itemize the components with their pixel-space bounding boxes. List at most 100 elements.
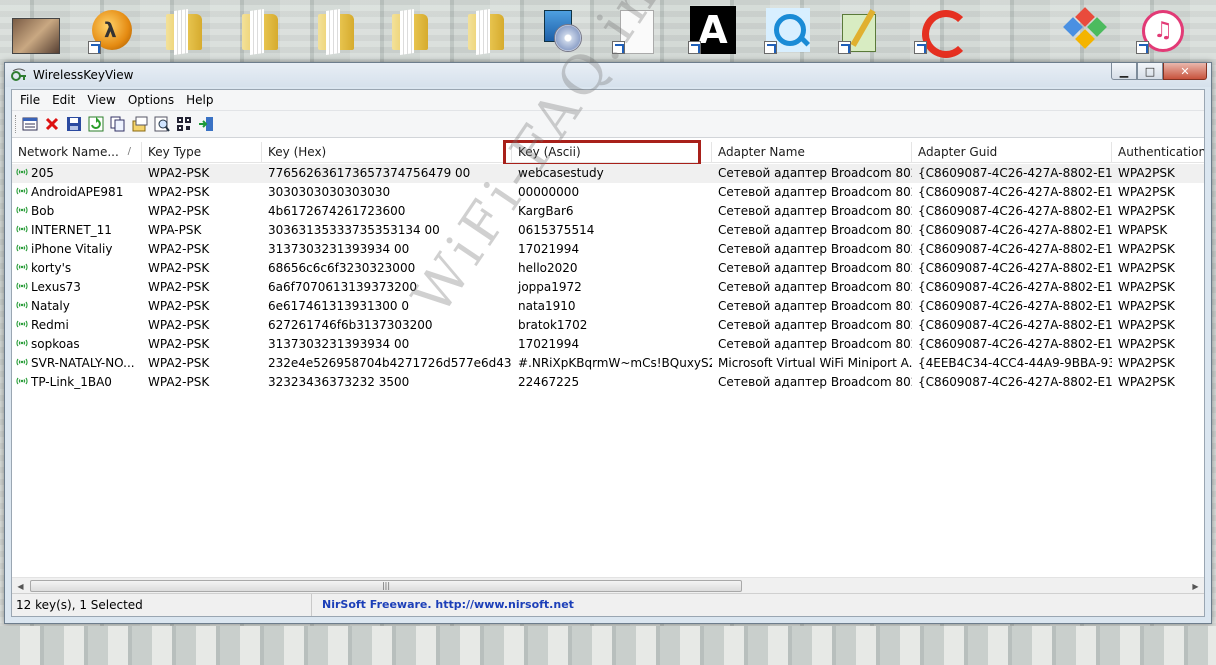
cell-authentication: WPA2PSK (1112, 202, 1204, 221)
cell-adapter-name: Сетевой адаптер Broadcom 802.1... (712, 297, 912, 316)
half-life-2-icon[interactable]: λ (88, 6, 136, 54)
folder-icon[interactable] (236, 6, 284, 54)
cell-adapter-guid-text: {4EEB4C34-4CC4-44A9-9BBA-93D... (918, 356, 1112, 370)
cell-authentication: WPA2PSK (1112, 240, 1204, 259)
find-icon[interactable] (154, 116, 170, 132)
cell-adapter-guid-text: {C8609087-4C26-427A-8802-E18D... (918, 242, 1112, 256)
cell-authentication: WPA2PSK (1112, 183, 1204, 202)
cell-key-hex-text: 3137303231393934 00 (268, 337, 410, 351)
ccleaner-icon[interactable] (914, 6, 970, 58)
column-header-adapter-guid[interactable]: Adapter Guid (912, 142, 1112, 162)
folder-icon[interactable] (462, 6, 510, 54)
cell-key-ascii: hello2020 (512, 259, 712, 278)
menu-help[interactable]: Help (180, 90, 219, 110)
table-row[interactable]: sopkoas WPA2-PSK 3137303231393934 00 170219… (12, 335, 1204, 354)
table-row[interactable]: INTERNET_11 WPA-PSK 30363135333735353134 0… (12, 221, 1204, 240)
close-button[interactable]: ✕ (1163, 63, 1207, 80)
table-row[interactable]: SVR-NATALY-NO... WPA2-PSK 232e4e526958704b… (12, 354, 1204, 373)
cell-key-hex: 3030303030303030 (262, 183, 512, 202)
table-row[interactable]: 205 WPA2-PSK 776562636173657374756479 00 we… (12, 164, 1204, 183)
cell-key-ascii-text: #.NRiXpKBqrmW~mCs!BQuxyS2... (518, 356, 712, 370)
column-header-adapter-name[interactable]: Adapter Name (712, 142, 912, 162)
cell-adapter-name: Сетевой адаптер Broadcom 802.1... (712, 221, 912, 240)
toolbar (12, 110, 1204, 138)
table-row[interactable]: korty's WPA2-PSK 68656c6c6f3230323000 hello… (12, 259, 1204, 278)
refresh-icon[interactable] (88, 116, 104, 132)
table-row[interactable]: iPhone Vitaliy WPA2-PSK 3137303231393934 0… (12, 240, 1204, 259)
cell-adapter-guid-text: {C8609087-4C26-427A-8802-E18D... (918, 299, 1112, 313)
properties-icon[interactable] (22, 116, 38, 132)
save-icon[interactable] (66, 116, 82, 132)
cell-key-ascii: webcasestudy (512, 164, 712, 183)
maximize-button[interactable]: □ (1137, 63, 1163, 80)
menu-edit[interactable]: Edit (46, 90, 81, 110)
cell-network-name-text: 205 (31, 166, 54, 180)
itunes-icon[interactable]: ♫ (1136, 6, 1184, 54)
cell-adapter-guid: {C8609087-4C26-427A-8802-E18D... (912, 373, 1112, 392)
cell-key-type-text: WPA2-PSK (148, 375, 210, 389)
menu-options[interactable]: Options (122, 90, 180, 110)
menu-file[interactable]: File (14, 90, 46, 110)
table-row[interactable]: TP-Link_1BA0 WPA2-PSK 32323436373232 3500 2… (12, 373, 1204, 392)
cell-key-hex-text: 627261746f6b3137303200 (268, 318, 433, 332)
cell-key-hex-text: 232e4e526958704b4271726d577e6d4373214... (268, 356, 512, 370)
installer-disc-icon[interactable] (538, 6, 586, 54)
cube-tiles-icon[interactable] (1060, 6, 1108, 54)
font-a-icon[interactable]: A (688, 6, 736, 54)
column-header-network-name[interactable]: Network Name... / (12, 142, 142, 162)
table-row[interactable]: Redmi WPA2-PSK 627261746f6b3137303200 brato… (12, 316, 1204, 335)
nirsoft-link[interactable]: NirSoft Freeware. http://www.nirsoft.net (322, 594, 574, 616)
cell-adapter-guid: {C8609087-4C26-427A-8802-E18D... (912, 316, 1112, 335)
table-row[interactable]: AndroidAPE981 WPA2-PSK 3030303030303030 000… (12, 183, 1204, 202)
column-header-key-type[interactable]: Key Type (142, 142, 262, 162)
cell-key-hex: 6a6f7070613139373200 (262, 278, 512, 297)
photo-icon[interactable] (12, 6, 60, 54)
cell-key-ascii: 00000000 (512, 183, 712, 202)
column-header-authentication[interactable]: Authentication (1112, 142, 1204, 162)
cell-authentication-text: WPA2PSK (1118, 375, 1175, 389)
folder-icon[interactable] (312, 6, 360, 54)
export-icon[interactable] (132, 116, 148, 132)
wifi-network-icon (16, 339, 28, 347)
toolbar-grip[interactable] (15, 115, 19, 133)
folder-icon[interactable] (386, 6, 434, 54)
cell-key-type: WPA2-PSK (142, 278, 262, 297)
cell-authentication-text: WPA2PSK (1118, 280, 1175, 294)
cell-network-name-text: Lexus73 (31, 280, 81, 294)
cell-key-ascii: nata1910 (512, 297, 712, 316)
table-row[interactable]: Bob WPA2-PSK 4b6172674261723600 KargBar6 Сет… (12, 202, 1204, 221)
highlight-box-key-ascii (503, 140, 701, 166)
column-header-key-hex[interactable]: Key (Hex) (262, 142, 512, 162)
cell-adapter-name-text: Microsoft Virtual WiFi Miniport A... (718, 356, 912, 370)
shortcut-arrow-icon (688, 41, 701, 54)
table-row[interactable]: Lexus73 WPA2-PSK 6a6f7070613139373200 joppa… (12, 278, 1204, 297)
title-bar[interactable]: WirelessKeyView ▁ □ ✕ (5, 63, 1211, 87)
cell-network-name: korty's (12, 259, 142, 278)
cell-key-type-text: WPA2-PSK (148, 280, 210, 294)
cell-adapter-guid: {C8609087-4C26-427A-8802-E18D... (912, 259, 1112, 278)
blank-file-icon[interactable] (612, 6, 660, 54)
cell-network-name-text: Bob (31, 204, 55, 218)
cell-adapter-guid: {C8609087-4C26-427A-8802-E18D... (912, 221, 1112, 240)
cell-adapter-guid: {C8609087-4C26-427A-8802-E18D... (912, 183, 1112, 202)
table-row[interactable]: Nataly WPA2-PSK 6e617461313931300 0 nata191… (12, 297, 1204, 316)
exit-icon[interactable] (198, 116, 214, 132)
menu-view[interactable]: View (81, 90, 121, 110)
minimize-button[interactable]: ▁ (1111, 63, 1137, 80)
cell-key-type: WPA2-PSK (142, 164, 262, 183)
cell-authentication: WPA2PSK (1112, 354, 1204, 373)
cell-adapter-name-text: Сетевой адаптер Broadcom 802.1... (718, 166, 912, 180)
scroll-thumb[interactable]: ||| (30, 580, 742, 592)
search-app-icon[interactable] (764, 6, 812, 54)
cell-authentication-text: WPA2PSK (1118, 166, 1175, 180)
cell-adapter-name: Сетевой адаптер Broadcom 802.1... (712, 183, 912, 202)
key-list-view[interactable]: Network Name... / Key Type Key (Hex) Key … (12, 138, 1204, 595)
notepad-pencil-icon[interactable] (838, 6, 886, 54)
cell-authentication-text: WPA2PSK (1118, 204, 1175, 218)
desktop-icon-strip: λ A ♫ (0, 0, 1216, 60)
folder-icon[interactable] (160, 6, 208, 54)
cell-authentication: WPA2PSK (1112, 316, 1204, 335)
delete-icon[interactable] (44, 116, 60, 132)
copy-icon[interactable] (110, 116, 126, 132)
html-report-icon[interactable] (176, 116, 192, 132)
